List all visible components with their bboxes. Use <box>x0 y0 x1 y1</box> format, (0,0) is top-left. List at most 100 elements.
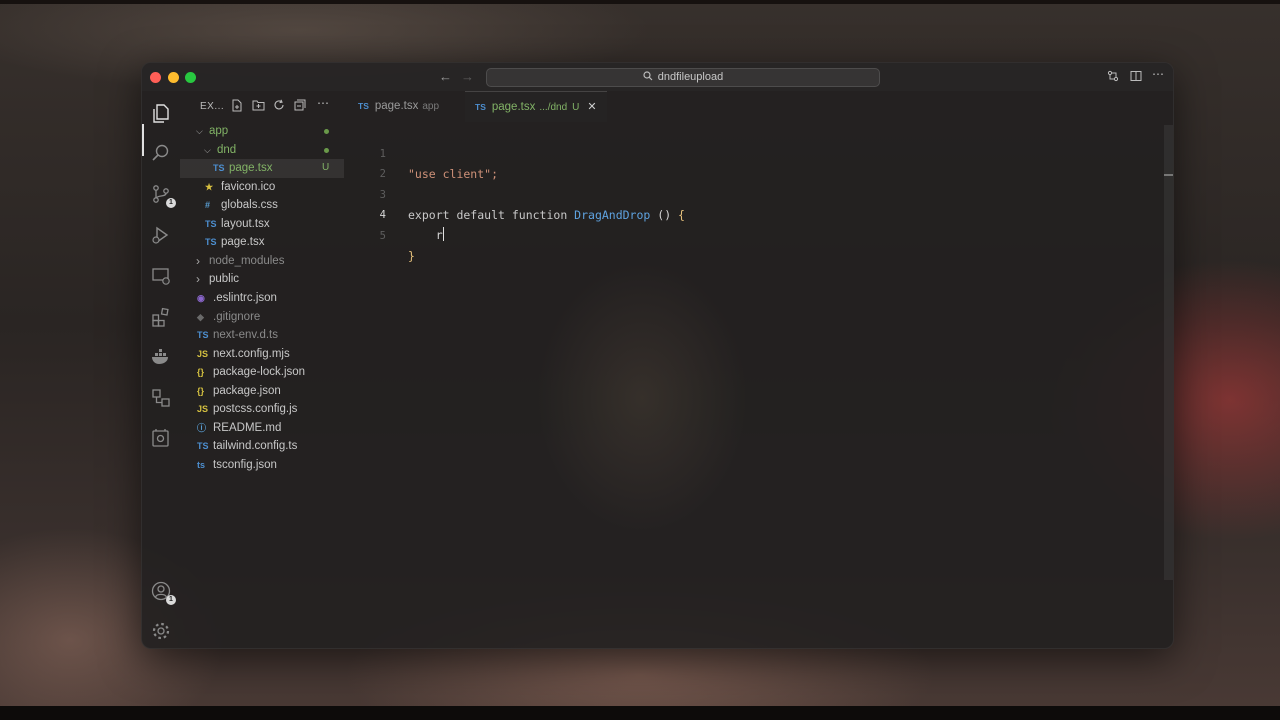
tree-item[interactable]: TS page.tsx U <box>180 159 344 178</box>
typed-text: r <box>408 228 443 242</box>
tree-item[interactable]: ⌵ dnd <box>180 141 344 160</box>
title-bar: ← → dndfileupload ⋯ <box>142 63 1173 91</box>
tree-item-label: tailwind.config.ts <box>213 440 298 453</box>
ts-file-icon: TS <box>197 441 209 452</box>
source-control-icon[interactable]: 1 <box>150 183 176 208</box>
js-file-icon: JS <box>197 404 209 415</box>
tree-item[interactable]: ts tsconfig.json <box>180 456 344 475</box>
chevron-down-icon[interactable]: ⌵ <box>204 141 211 160</box>
tree-item[interactable]: ◆ .gitignore <box>180 308 344 327</box>
tab-path: app <box>422 101 440 112</box>
maximize-window-button[interactable] <box>185 72 196 83</box>
tree-item-label: .gitignore <box>213 310 261 323</box>
tree-item[interactable]: JS postcss.config.js <box>180 400 344 419</box>
close-window-button[interactable] <box>150 72 161 83</box>
tree-item[interactable]: TS page.tsx <box>180 233 344 252</box>
tree-item[interactable]: {} package.json <box>180 382 344 401</box>
ts-file-icon: TS <box>205 237 217 248</box>
tree-item-label: tsconfig.json <box>213 458 277 471</box>
tree-item[interactable]: ★ favicon.ico <box>180 178 344 197</box>
command-center-search[interactable]: dndfileupload <box>486 68 880 87</box>
tree-item-label: page.tsx <box>221 236 265 249</box>
tree-item-label: public <box>209 273 240 286</box>
tree-item[interactable]: TS tailwind.config.ts <box>180 437 344 456</box>
accounts-badge: 1 <box>166 595 176 605</box>
tree-item[interactable]: {} package-lock.json <box>180 363 344 382</box>
tree-item-label: postcss.config.js <box>213 403 298 416</box>
search-icon <box>643 70 653 87</box>
tree-item-label: package.json <box>213 384 281 397</box>
git-status-dot <box>324 129 329 134</box>
new-file-icon[interactable] <box>231 99 243 115</box>
activity-bar: 1 1 <box>142 91 180 648</box>
tsconfig-file-icon: ts <box>197 459 206 470</box>
tree-item-label: .eslintrc.json <box>213 291 277 304</box>
text-cursor <box>442 227 444 241</box>
forward-arrow-icon[interactable]: → <box>461 69 474 84</box>
tree-item[interactable]: ⓘ README.md <box>180 419 344 438</box>
tree-item[interactable]: ◉ .eslintrc.json <box>180 289 344 308</box>
toggle-panel-icon[interactable] <box>1130 70 1142 85</box>
close-icon[interactable]: ✕ <box>587 101 596 113</box>
editor-scrollbar[interactable] <box>1164 125 1173 580</box>
code-line: 5 } <box>344 206 1173 263</box>
tree-item[interactable]: › node_modules <box>180 252 344 271</box>
gear-icon[interactable] <box>150 620 172 642</box>
tree-item[interactable]: JS next.config.mjs <box>180 345 344 364</box>
docker-icon[interactable] <box>150 346 172 368</box>
tree-item-label: next.config.mjs <box>213 347 290 360</box>
tree-item-label: layout.tsx <box>221 217 270 230</box>
remote-explorer-icon[interactable] <box>150 265 172 287</box>
info-file-icon: ⓘ <box>197 422 207 433</box>
tree-item[interactable]: TS layout.tsx <box>180 215 344 234</box>
chevron-right-icon[interactable]: › <box>196 252 200 271</box>
tree-item-label: package-lock.json <box>213 366 306 379</box>
extensions-icon[interactable] <box>150 306 172 328</box>
chevron-down-icon[interactable]: ⌵ <box>196 122 203 141</box>
ts-file-icon: TS <box>197 330 209 341</box>
tree-item-label: README.md <box>213 421 282 434</box>
collapse-all-icon[interactable] <box>294 99 306 114</box>
new-folder-icon[interactable] <box>252 99 265 114</box>
tree-item[interactable]: TS next-env.d.ts <box>180 326 344 345</box>
accounts-icon[interactable]: 1 <box>150 580 176 605</box>
eslint-file-icon: ◉ <box>197 292 205 303</box>
tree-item-label: node_modules <box>209 254 285 267</box>
back-arrow-icon[interactable]: ← <box>439 69 452 84</box>
code-line-current: 4 r <box>344 185 1173 242</box>
explorer-icon[interactable] <box>150 102 172 124</box>
line-number: 5 <box>379 230 386 242</box>
tree-item-label: favicon.ico <box>221 180 276 193</box>
tree-item[interactable]: # globals.css <box>180 196 344 215</box>
typescript-icon: TS <box>358 101 369 111</box>
git-file-icon: ◆ <box>197 311 204 322</box>
git-status-dot <box>324 147 329 153</box>
tree-item-label: page.tsx <box>229 162 273 175</box>
json-file-icon: {} <box>197 385 205 396</box>
containers-icon[interactable] <box>150 427 172 449</box>
run-debug-icon[interactable] <box>150 224 172 246</box>
tree-item-label: dnd <box>217 143 237 156</box>
line-text: r <box>408 225 444 245</box>
tree-item-label: app <box>209 125 229 137</box>
explorer-title: EX... <box>200 101 225 112</box>
tab-page-app[interactable]: TS page.tsx app <box>358 91 439 122</box>
tab-page-dnd[interactable]: TS page.tsx .../dnd U ✕ <box>465 91 607 122</box>
chevron-right-icon[interactable]: › <box>196 270 200 289</box>
git-status-label: U <box>322 162 330 174</box>
scrollbar-cursor-marker <box>1164 174 1173 176</box>
search-icon[interactable] <box>150 142 172 164</box>
tree-item[interactable]: ⌵ app <box>180 122 344 141</box>
more-actions-icon[interactable]: ⋯ <box>1152 67 1164 81</box>
editor-tabs: TS page.tsx app TS page.tsx .../dnd U ✕ <box>344 91 1173 122</box>
minimize-window-button[interactable] <box>168 72 179 83</box>
more-actions-icon[interactable]: ⋯ <box>317 96 329 110</box>
copilot-icon[interactable] <box>1107 70 1119 85</box>
code-editor[interactable]: 1 "use client"; 2 3 export default funct… <box>344 122 1173 648</box>
tree-item[interactable]: › public <box>180 270 344 289</box>
tab-label: page.tsx <box>374 100 419 112</box>
workflow-icon[interactable] <box>150 387 172 409</box>
refresh-icon[interactable] <box>273 99 285 114</box>
tab-status: U <box>572 102 580 113</box>
star-file-icon: ★ <box>205 181 214 192</box>
